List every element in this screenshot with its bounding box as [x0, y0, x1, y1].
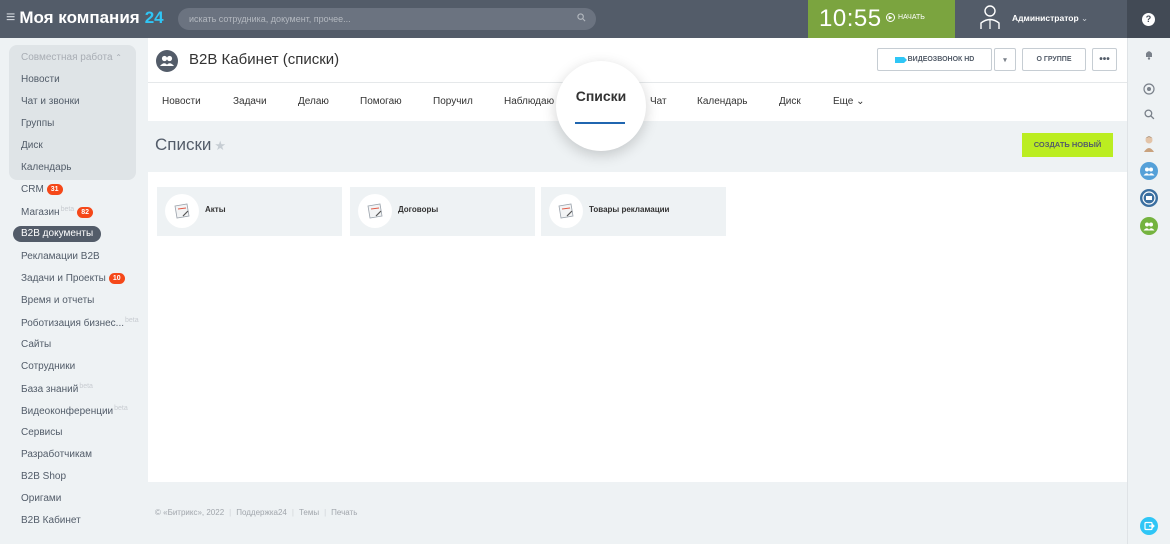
menu-item-disk[interactable]: Диск [21, 140, 43, 151]
group-chat-icon[interactable] [1140, 189, 1158, 207]
list-document-icon [549, 194, 583, 228]
menu-group-collaboration [9, 45, 136, 180]
menu-item-b2b-claims[interactable]: Рекламации B2B [21, 251, 100, 262]
brand-number: 24 [144, 8, 164, 27]
list-document-icon [165, 194, 199, 228]
menu-item-origami[interactable]: Оригами [21, 493, 61, 504]
search-icon[interactable] [577, 13, 586, 25]
about-group-button[interactable]: О ГРУППЕ [1022, 48, 1086, 71]
menu-item-knowledge-base[interactable]: База знанийbeta [21, 383, 93, 395]
brand-name: Моя компания [19, 8, 140, 27]
footer-support-link[interactable]: Поддержка24 [236, 508, 287, 517]
crm-counter-badge: 31 [46, 184, 63, 195]
star-icon[interactable]: ★ [214, 138, 226, 153]
active-tab-underline [575, 122, 625, 124]
menu-item-news[interactable]: Новости [21, 74, 60, 85]
lists-container: Акты Договоры Товары рекламации [148, 171, 1127, 482]
list-document-icon [358, 194, 392, 228]
menu-item-video-conferences[interactable]: Видеоконференцииbeta [21, 405, 128, 417]
footer-print-link[interactable]: Печать [331, 508, 357, 517]
menu-item-shop[interactable]: Магазинbeta 82 [21, 206, 93, 218]
footer-links: © «Битрикс», 2022 | Поддержка24 | Темы | Печат… [155, 508, 358, 517]
help-button[interactable]: ? [1127, 0, 1170, 38]
lists-area: Акты Договоры Товары рекламации [148, 171, 1127, 482]
chevron-down-icon: ▾ [1003, 56, 1007, 64]
play-icon: ▶ [886, 13, 895, 22]
search-input[interactable] [178, 8, 558, 30]
work-time-widget[interactable]: 10:55 ▶ НАЧАТЬ [808, 0, 955, 38]
list-card-label: Договоры [398, 205, 439, 214]
tasks-counter-badge: 10 [108, 273, 125, 284]
menu-section-header[interactable]: Совместная работа ⌃ [21, 52, 122, 63]
user-avatar[interactable] [1140, 135, 1158, 153]
clock-time: 10:55 [819, 5, 882, 32]
chat-icon[interactable] [1140, 80, 1158, 98]
page-title: Списки ★ [155, 135, 227, 154]
menu-item-sites[interactable]: Сайты [21, 339, 51, 350]
tab-chat[interactable]: Чат [650, 96, 667, 107]
video-call-dropdown[interactable]: ▾ [994, 48, 1016, 71]
menu-icon[interactable]: ≡ [6, 9, 15, 27]
group-header: B2B Кабинет (списки) ВИДЕОЗВОНОК HD ▾ О … [148, 38, 1127, 83]
tab-doing[interactable]: Делаю [298, 96, 329, 107]
menu-item-b2b-documents[interactable]: B2B документы [13, 226, 102, 242]
list-card-contracts[interactable]: Договоры [350, 187, 535, 236]
group-title: B2B Кабинет (списки) [189, 51, 340, 68]
list-card-claim-goods[interactable]: Товары рекламации [541, 187, 726, 236]
footer: © «Битрикс», 2022 | Поддержка24 | Темы | Печат… [148, 482, 1127, 544]
menu-item-automation[interactable]: Роботизация бизнес...beta [21, 317, 139, 329]
group-chat-icon[interactable] [1140, 162, 1158, 180]
create-new-button[interactable]: СОЗДАТЬ НОВЫЙ [1022, 133, 1113, 157]
user-menu[interactable]: Администратор ⌄ [955, 0, 1127, 38]
tab-calendar[interactable]: Календарь [697, 96, 747, 107]
tab-watching[interactable]: Наблюдаю [504, 96, 554, 107]
shop-counter-badge: 82 [77, 207, 93, 218]
menu-item-tasks[interactable]: Задачи и Проекты 10 [21, 273, 125, 284]
menu-item-crm[interactable]: CRM 31 [21, 184, 63, 195]
menu-item-developers[interactable]: Разработчикам [21, 449, 92, 460]
list-card-acts[interactable]: Акты [157, 187, 342, 236]
video-call-button[interactable]: ВИДЕОЗВОНОК HD [877, 48, 992, 71]
menu-item-groups[interactable]: Группы [21, 118, 54, 129]
start-workday-button[interactable]: ▶ НАЧАТЬ [886, 13, 925, 22]
tab-lists[interactable]: Списки [556, 61, 646, 151]
menu-item-b2b-cabinet[interactable]: B2B Кабинет [21, 515, 81, 526]
menu-item-employees[interactable]: Сотрудники [21, 361, 75, 372]
tab-disk[interactable]: Диск [779, 96, 801, 107]
more-button[interactable]: ••• [1092, 48, 1117, 71]
footer-copyright: © «Битрикс», 2022 [155, 508, 225, 517]
brand-logo[interactable]: ≡ Моя компания 24 [6, 8, 164, 28]
menu-item-calendar[interactable]: Календарь [21, 162, 71, 173]
list-card-label: Акты [205, 205, 226, 214]
group-chat-icon[interactable] [1140, 217, 1158, 235]
tab-more[interactable]: Еще ⌄ [833, 96, 865, 107]
tab-helping[interactable]: Помогаю [360, 96, 402, 107]
open-line-icon[interactable] [1140, 517, 1158, 535]
notifications-icon[interactable] [1140, 45, 1158, 63]
group-icon [156, 50, 178, 72]
start-label: НАЧАТЬ [898, 14, 925, 21]
search-icon[interactable] [1140, 105, 1158, 123]
tab-lists-label: Списки [575, 88, 627, 104]
search-box[interactable] [178, 8, 596, 30]
menu-item-time-reports[interactable]: Время и отчеты [21, 295, 94, 306]
tab-tasks[interactable]: Задачи [233, 96, 267, 107]
list-card-label: Товары рекламации [589, 205, 670, 214]
footer-themes-link[interactable]: Темы [299, 508, 319, 517]
user-name: Администратор ⌄ [1012, 13, 1089, 23]
help-icon: ? [1142, 13, 1155, 26]
tab-news[interactable]: Новости [162, 96, 201, 107]
left-menu: Совместная работа ⌃ Новости Чат и звонки… [0, 38, 148, 544]
menu-item-services[interactable]: Сервисы [21, 427, 62, 438]
menu-item-chat[interactable]: Чат и звонки [21, 96, 80, 107]
right-panel [1127, 38, 1170, 544]
user-avatar-icon [979, 4, 1001, 30]
video-camera-icon [894, 56, 907, 63]
tab-assigned[interactable]: Поручил [433, 96, 473, 107]
menu-item-b2b-shop[interactable]: B2B Shop [21, 471, 66, 482]
